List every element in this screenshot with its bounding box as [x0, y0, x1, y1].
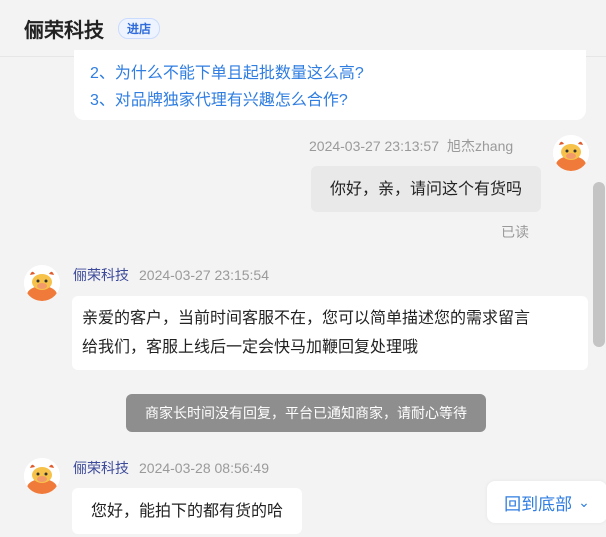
sender-name: 俪荣科技 — [73, 267, 129, 283]
message-line: 给我们，客服上线后一定会快马加鞭回复处理哦 — [82, 339, 419, 356]
chat-header: 俪荣科技 进店 — [0, 0, 606, 56]
message-meta: 2024-03-27 23:13:57 旭杰zhang — [309, 136, 513, 156]
message-meta: 俪荣科技 2024-03-28 08:56:49 — [73, 458, 269, 478]
cow-avatar-icon[interactable] — [553, 135, 589, 171]
message-bubble: 亲爱的客户，当前时间客服不在，您可以简单描述您的需求留言 给我们，客服上线后一定… — [72, 296, 588, 370]
cow-avatar-icon[interactable] — [24, 265, 60, 301]
cow-avatar-icon[interactable] — [24, 458, 60, 494]
scroll-to-bottom-button[interactable]: 回到底部 ⌄ — [487, 481, 606, 523]
faq-link[interactable]: 2、为什么不能下单且起批数量这么高? — [90, 59, 364, 83]
scroll-to-bottom-label: 回到底部 — [504, 494, 573, 514]
message-text: 你好，亲，请问这个有货吗 — [329, 180, 522, 198]
message-time: 2024-03-27 23:13:57 — [309, 138, 439, 154]
faq-link[interactable]: 3、对品牌独家代理有兴趣怎么合作? — [90, 86, 348, 110]
scrollbar-thumb[interactable] — [593, 182, 605, 347]
read-status: 已读 — [501, 224, 529, 240]
sender-name: 俪荣科技 — [73, 460, 129, 476]
message-line: 亲爱的客户，当前时间客服不在，您可以简单描述您的需求留言 — [82, 310, 531, 327]
sender-name: 旭杰zhang — [447, 138, 514, 154]
faq-card: 2、为什么不能下单且起批数量这么高? 3、对品牌独家代理有兴趣怎么合作? — [74, 50, 586, 120]
enter-shop-badge[interactable]: 进店 — [118, 17, 161, 39]
shop-name[interactable]: 俪荣科技 — [24, 14, 104, 43]
chevron-down-icon: ⌄ — [578, 493, 590, 510]
message-meta: 俪荣科技 2024-03-27 23:15:54 — [73, 265, 269, 285]
message-time: 2024-03-28 08:56:49 — [139, 460, 269, 476]
message-bubble: 您好，能拍下的都有货的哈 — [72, 488, 302, 534]
message-bubble: 你好，亲，请问这个有货吗 — [311, 166, 541, 212]
message-time: 2024-03-27 23:15:54 — [139, 267, 269, 283]
message-text: 您好，能拍下的都有货的哈 — [90, 502, 283, 520]
system-notice: 商家长时间没有回复，平台已通知商家，请耐心等待 — [126, 394, 486, 432]
